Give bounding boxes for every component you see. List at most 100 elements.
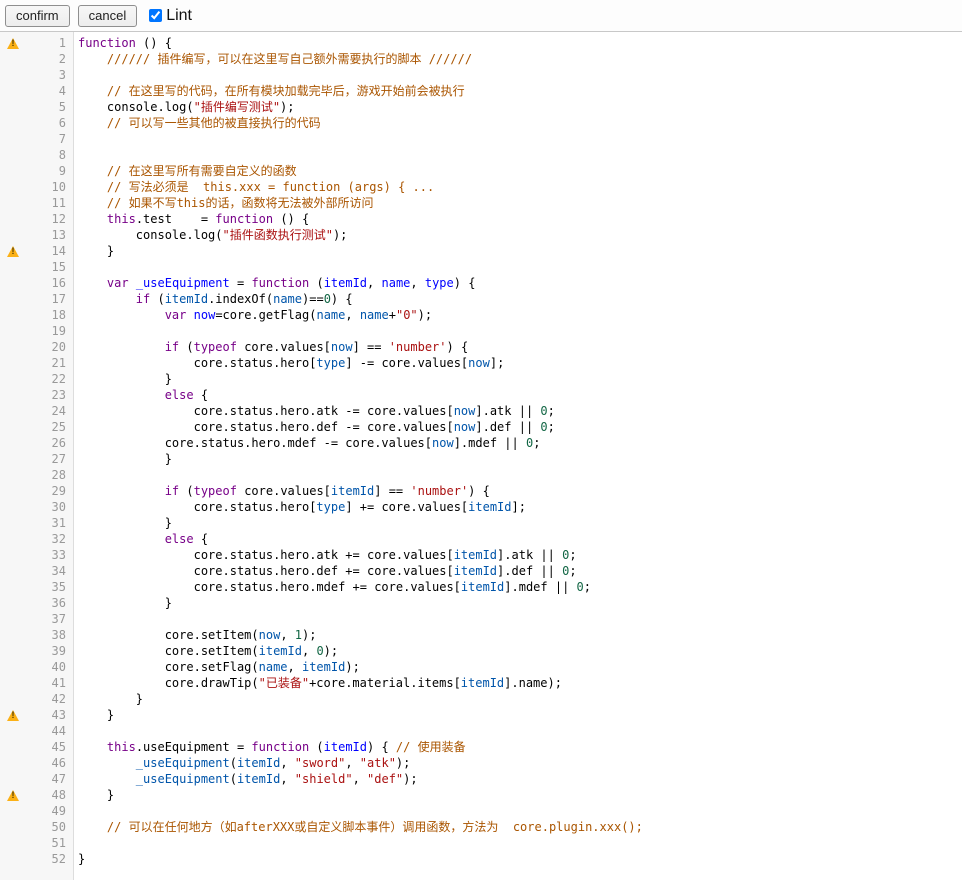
line-number[interactable]: 1	[26, 35, 73, 51]
line-number[interactable]: 44	[26, 723, 73, 739]
line-number[interactable]: 16	[26, 275, 73, 291]
line-number[interactable]: 51	[26, 835, 73, 851]
code-line[interactable]: }	[78, 691, 962, 707]
code-line[interactable]: ////// 插件编写，可以在这里写自己额外需要执行的脚本 //////	[78, 51, 962, 67]
line-number[interactable]: 8	[26, 147, 73, 163]
line-number[interactable]: 49	[26, 803, 73, 819]
line-number[interactable]: 25	[26, 419, 73, 435]
line-number[interactable]: 50	[26, 819, 73, 835]
line-number[interactable]: 10	[26, 179, 73, 195]
code-line[interactable]: core.status.hero.atk -= core.values[now]…	[78, 403, 962, 419]
code-line[interactable]: // 在这里写的代码，在所有模块加载完毕后，游戏开始前会被执行	[78, 83, 962, 99]
line-number[interactable]: 52	[26, 851, 73, 867]
warning-icon[interactable]	[7, 790, 19, 801]
code-line[interactable]: }	[78, 371, 962, 387]
line-number[interactable]: 20	[26, 339, 73, 355]
code-line[interactable]: this.useEquipment = function (itemId) { …	[78, 739, 962, 755]
line-number[interactable]: 24	[26, 403, 73, 419]
line-number[interactable]: 19	[26, 323, 73, 339]
line-number[interactable]: 41	[26, 675, 73, 691]
line-number[interactable]: 39	[26, 643, 73, 659]
code-line[interactable]: // 写法必须是 this.xxx = function (args) { ..…	[78, 179, 962, 195]
code-line[interactable]: var now=core.getFlag(name, name+"0");	[78, 307, 962, 323]
code-line[interactable]: ​	[78, 323, 962, 339]
code-editor[interactable]: 1234567891011121314151617181920212223242…	[0, 32, 962, 880]
code-line[interactable]: core.setFlag(name, itemId);	[78, 659, 962, 675]
code-line[interactable]: _useEquipment(itemId, "sword", "atk");	[78, 755, 962, 771]
code-line[interactable]: core.setItem(now, 1);	[78, 627, 962, 643]
code-line[interactable]: // 如果不写this的话，函数将无法被外部所访问	[78, 195, 962, 211]
code-line[interactable]: else {	[78, 387, 962, 403]
code-line[interactable]: else {	[78, 531, 962, 547]
line-number[interactable]: 31	[26, 515, 73, 531]
line-number[interactable]: 7	[26, 131, 73, 147]
code-line[interactable]: _useEquipment(itemId, "shield", "def");	[78, 771, 962, 787]
code-line[interactable]: function () {	[78, 35, 962, 51]
line-number[interactable]: 45	[26, 739, 73, 755]
code-line[interactable]: core.status.hero.mdef -= core.values[now…	[78, 435, 962, 451]
code-line[interactable]: core.status.hero.atk += core.values[item…	[78, 547, 962, 563]
line-number[interactable]: 27	[26, 451, 73, 467]
line-number[interactable]: 36	[26, 595, 73, 611]
code-line[interactable]: ​	[78, 259, 962, 275]
line-number[interactable]: 42	[26, 691, 73, 707]
code-line[interactable]: if (typeof core.values[itemId] == 'numbe…	[78, 483, 962, 499]
code-line[interactable]: core.status.hero[type] += core.values[it…	[78, 499, 962, 515]
code-line[interactable]: var _useEquipment = function (itemId, na…	[78, 275, 962, 291]
line-number[interactable]: 32	[26, 531, 73, 547]
code-line[interactable]: core.drawTip("已装备"+core.material.items[i…	[78, 675, 962, 691]
code-line[interactable]: core.status.hero.mdef += core.values[ite…	[78, 579, 962, 595]
line-number[interactable]: 37	[26, 611, 73, 627]
code-line[interactable]: if (itemId.indexOf(name)==0) {	[78, 291, 962, 307]
line-number[interactable]: 15	[26, 259, 73, 275]
line-number[interactable]: 40	[26, 659, 73, 675]
line-number[interactable]: 34	[26, 563, 73, 579]
line-number[interactable]: 17	[26, 291, 73, 307]
code-line[interactable]: console.log("插件编写测试");	[78, 99, 962, 115]
line-number[interactable]: 18	[26, 307, 73, 323]
line-number[interactable]: 9	[26, 163, 73, 179]
code-line[interactable]: }	[78, 595, 962, 611]
code-line[interactable]: ​	[78, 67, 962, 83]
line-number[interactable]: 35	[26, 579, 73, 595]
line-number[interactable]: 47	[26, 771, 73, 787]
code-line[interactable]: }	[78, 851, 962, 867]
warning-icon[interactable]	[7, 710, 19, 721]
line-number[interactable]: 30	[26, 499, 73, 515]
warning-icon[interactable]	[7, 38, 19, 49]
line-number[interactable]: 22	[26, 371, 73, 387]
line-number[interactable]: 48	[26, 787, 73, 803]
line-number[interactable]: 6	[26, 115, 73, 131]
code-line[interactable]: ​	[78, 723, 962, 739]
code-line[interactable]: core.status.hero.def += core.values[item…	[78, 563, 962, 579]
line-number[interactable]: 26	[26, 435, 73, 451]
line-number[interactable]: 29	[26, 483, 73, 499]
line-number[interactable]: 4	[26, 83, 73, 99]
code-line[interactable]: ​	[78, 131, 962, 147]
code-line[interactable]: ​	[78, 611, 962, 627]
line-number[interactable]: 3	[26, 67, 73, 83]
code-line[interactable]: core.status.hero.def -= core.values[now]…	[78, 419, 962, 435]
line-number[interactable]: 43	[26, 707, 73, 723]
line-number[interactable]: 13	[26, 227, 73, 243]
code-line[interactable]: ​	[78, 467, 962, 483]
code-line[interactable]: ​	[78, 835, 962, 851]
confirm-button[interactable]: confirm	[5, 5, 70, 27]
warning-icon[interactable]	[7, 246, 19, 257]
code-line[interactable]: // 在这里写所有需要自定义的函数	[78, 163, 962, 179]
line-number[interactable]: 33	[26, 547, 73, 563]
line-number[interactable]: 38	[26, 627, 73, 643]
line-number[interactable]: 11	[26, 195, 73, 211]
code-line[interactable]: }	[78, 451, 962, 467]
code-line[interactable]: // 可以在任何地方（如afterXXX或自定义脚本事件）调用函数，方法为 co…	[78, 819, 962, 835]
code-line[interactable]: }	[78, 515, 962, 531]
line-number[interactable]: 12	[26, 211, 73, 227]
code-line[interactable]: ​	[78, 803, 962, 819]
line-number[interactable]: 23	[26, 387, 73, 403]
line-number[interactable]: 14	[26, 243, 73, 259]
line-number[interactable]: 46	[26, 755, 73, 771]
code-line[interactable]: core.setItem(itemId, 0);	[78, 643, 962, 659]
code-line[interactable]: if (typeof core.values[now] == 'number')…	[78, 339, 962, 355]
lint-checkbox[interactable]	[149, 9, 162, 22]
code-line[interactable]: }	[78, 243, 962, 259]
